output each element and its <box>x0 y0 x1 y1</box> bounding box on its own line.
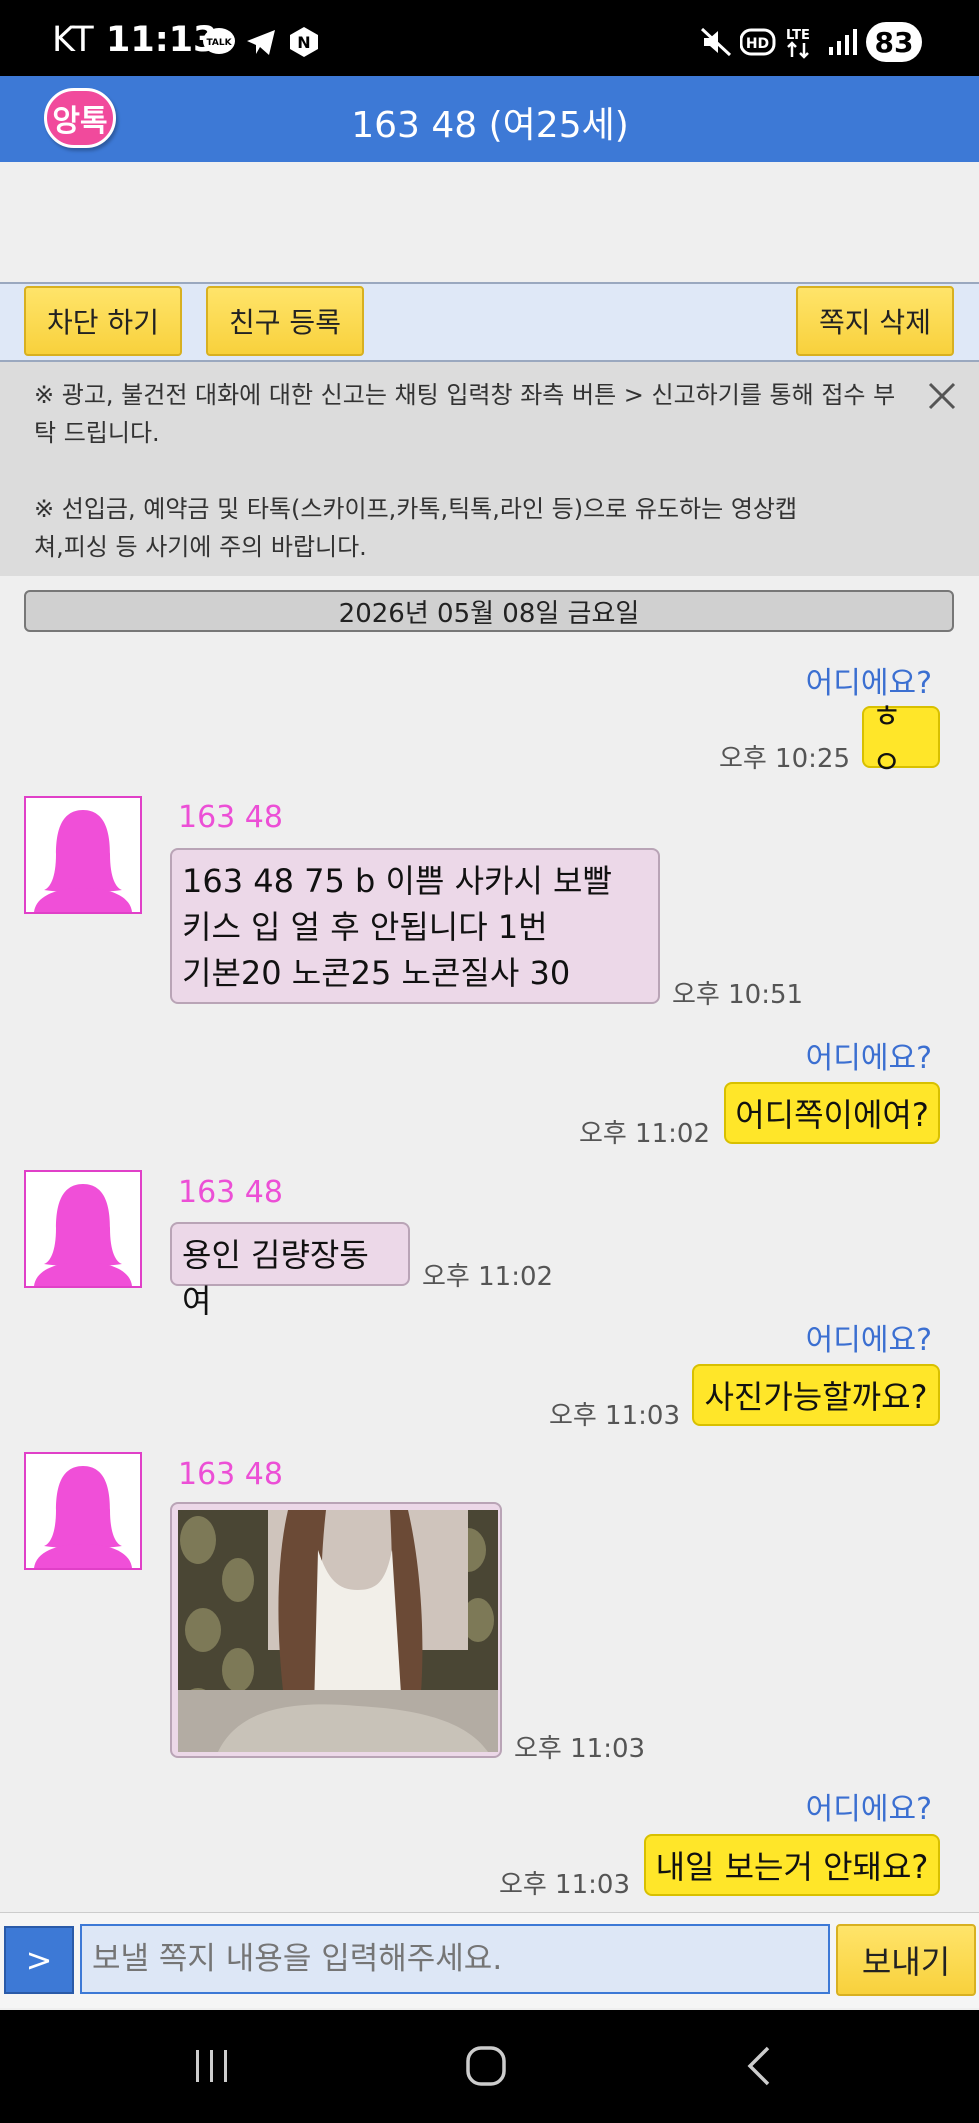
send-button[interactable]: 보내기 <box>836 1924 976 1996</box>
avatar[interactable] <box>24 1452 142 1570</box>
home-icon[interactable] <box>464 2044 508 2088</box>
recents-icon[interactable] <box>190 2046 234 2086</box>
message-input[interactable] <box>80 1924 830 1994</box>
my-message-bubble[interactable]: 내일 보는거 안돼요? <box>644 1834 940 1896</box>
their-message-bubble[interactable]: 163 48 75 b 이쁨 사카시 보빨 키스 입 얼 후 안됩니다 1번 기… <box>170 848 660 1004</box>
mute-icon <box>700 27 732 57</box>
back-icon[interactable] <box>744 2044 774 2088</box>
signal-icon <box>826 27 858 57</box>
date-divider: 2026년 05월 08일 금요일 <box>24 590 954 632</box>
message-time: 오후 11:03 <box>514 1734 646 1764</box>
svg-text:LTE: LTE <box>786 28 810 43</box>
hd-icon: HD <box>740 27 776 57</box>
battery-indicator: 83 <box>866 22 922 62</box>
message-label: 어디에요? <box>805 1041 932 1076</box>
delete-message-button[interactable]: 쪽지 삭제 <box>796 286 954 356</box>
lte-icon: LTE <box>784 27 818 59</box>
svg-text:HD: HD <box>746 36 769 52</box>
message-time: 오후 10:51 <box>672 980 804 1010</box>
clock: 11:13 <box>106 20 218 60</box>
close-icon[interactable] <box>924 378 960 414</box>
svg-text:N: N <box>297 33 310 52</box>
message-time: 오후 10:25 <box>718 744 850 774</box>
telegram-icon <box>244 27 278 57</box>
sender-name: 163 48 <box>178 800 283 835</box>
svg-text:TALK: TALK <box>206 38 232 48</box>
sender-name: 163 48 <box>178 1457 283 1492</box>
message-label: 어디에요? <box>805 1323 932 1358</box>
message-time: 오후 11:03 <box>498 1870 630 1900</box>
app-logo[interactable]: 앙톡 <box>44 88 116 148</box>
carrier-label: KT <box>52 20 94 60</box>
page-title: 163 48 (여25세) <box>351 105 629 146</box>
photo-message-bubble[interactable] <box>170 1502 502 1758</box>
sender-name: 163 48 <box>178 1175 283 1210</box>
message-line: 163 48 75 b 이쁨 사카시 보빨 <box>182 862 612 900</box>
their-message-bubble[interactable]: 용인 김량장동여 <box>170 1222 410 1320</box>
notice-line-1: ※ 광고, 불건전 대화에 대한 신고는 채팅 입력창 좌측 버튼 > 신고하기… <box>34 381 896 447</box>
my-message-bubble[interactable]: 어디쪽이에여? <box>724 1082 940 1144</box>
photo-image[interactable] <box>178 1510 498 1752</box>
my-message-bubble[interactable]: 사진가능할까요? <box>692 1364 940 1426</box>
talk-icon: TALK <box>202 27 236 57</box>
message-time: 오후 11:03 <box>548 1401 680 1431</box>
block-button[interactable]: 차단 하기 <box>24 286 182 356</box>
menu-arrow-button[interactable]: > <box>4 1926 74 1994</box>
avatar[interactable] <box>24 1170 142 1288</box>
message-line: 기본20 노콘25 노콘질사 30 <box>182 954 571 992</box>
add-friend-button[interactable]: 친구 등록 <box>206 286 364 356</box>
message-time: 오후 11:02 <box>578 1119 710 1149</box>
message-line: 키스 입 얼 후 안됩니다 1번 <box>182 908 548 946</box>
avatar[interactable] <box>24 796 142 914</box>
naver-icon: N <box>287 27 321 57</box>
my-message-bubble[interactable]: ㅎㅇ <box>862 697 940 781</box>
message-time: 오후 11:02 <box>422 1262 554 1292</box>
message-label: 어디에요? <box>805 1792 932 1827</box>
notice-line-2: ※ 선입금, 예약금 및 타톡(스카이프,카톡,틱톡,라인 등)으로 유도하는 … <box>34 495 798 561</box>
